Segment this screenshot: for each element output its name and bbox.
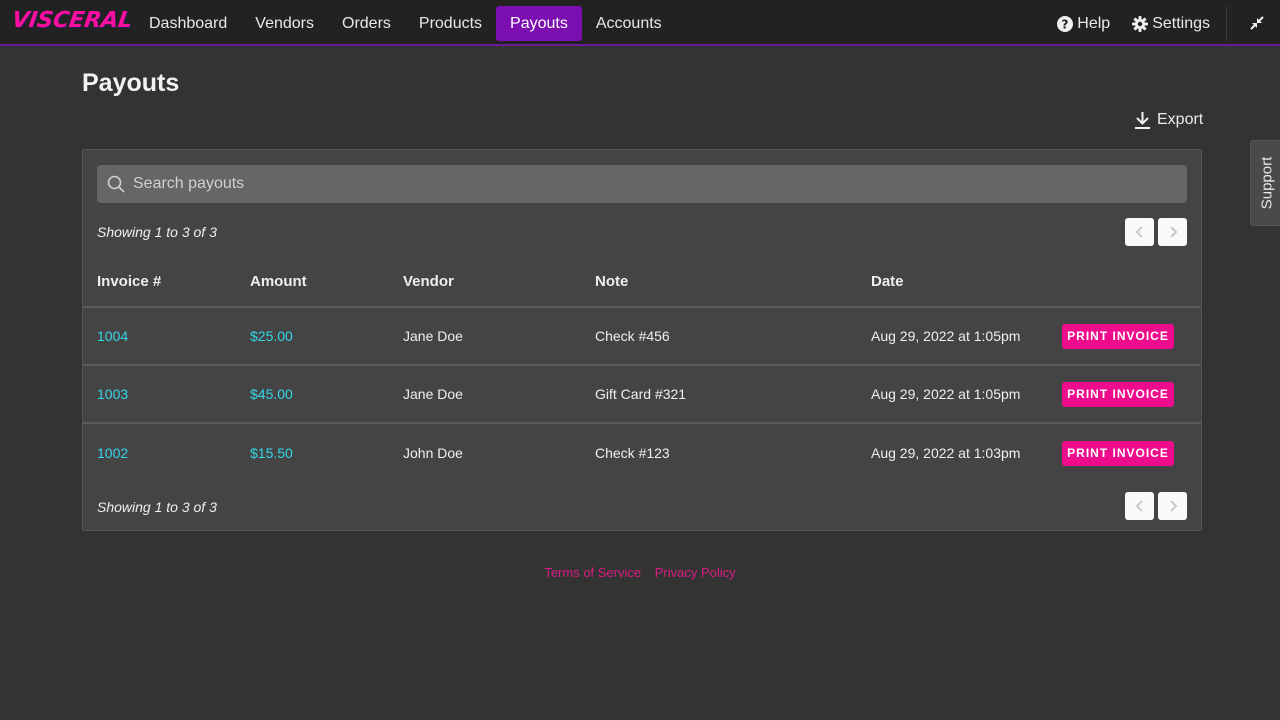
nav-item-dashboard[interactable]: Dashboard: [135, 6, 241, 41]
showing-count-top: Showing 1 to 3 of 3: [97, 224, 217, 240]
column-header-invoice[interactable]: Invoice #: [97, 273, 161, 290]
prev-page-button[interactable]: [1125, 492, 1154, 520]
main-nav: Dashboard Vendors Orders Products Payout…: [135, 6, 676, 41]
navbar-divider: [1226, 6, 1227, 41]
compress-icon: [1250, 16, 1264, 30]
svg-text:?: ?: [1062, 17, 1069, 31]
export-label: Export: [1157, 111, 1204, 128]
column-header-date[interactable]: Date: [871, 273, 904, 290]
vendor-cell: Jane Doe: [403, 386, 463, 402]
column-header-note[interactable]: Note: [595, 273, 628, 290]
pagination-bottom: [1125, 492, 1191, 520]
table-row: 1002 $15.50 John Doe Check #123 Aug 29, …: [83, 425, 1201, 483]
settings-link[interactable]: Settings: [1132, 15, 1210, 33]
prev-page-button[interactable]: [1125, 218, 1154, 246]
payouts-panel: Showing 1 to 3 of 3 Invoice # Amount Ven…: [82, 149, 1202, 531]
column-header-amount[interactable]: Amount: [250, 273, 307, 290]
search-bar[interactable]: [97, 165, 1187, 203]
page-title: Payouts: [82, 69, 180, 97]
column-header-vendor[interactable]: Vendor: [403, 273, 454, 290]
amount-link[interactable]: $45.00: [250, 386, 293, 402]
amount-link[interactable]: $25.00: [250, 328, 293, 344]
table-header: Invoice # Amount Vendor Note Date: [83, 268, 1201, 308]
nav-item-products[interactable]: Products: [405, 6, 496, 41]
collapse-button[interactable]: [1248, 14, 1266, 32]
nav-item-orders[interactable]: Orders: [328, 6, 405, 41]
table-row: 1003 $45.00 Jane Doe Gift Card #321 Aug …: [83, 366, 1201, 424]
chevron-left-icon: [1135, 226, 1143, 238]
vendor-cell: John Doe: [403, 445, 463, 461]
help-link[interactable]: ? Help: [1057, 15, 1110, 33]
nav-item-payouts[interactable]: Payouts: [496, 6, 582, 41]
logo[interactable]: VISCERAL: [10, 8, 134, 33]
top-navbar: VISCERAL Dashboard Vendors Orders Produc…: [0, 0, 1280, 46]
nav-item-accounts[interactable]: Accounts: [582, 6, 676, 41]
settings-label: Settings: [1152, 14, 1210, 32]
date-cell: Aug 29, 2022 at 1:03pm: [871, 445, 1021, 461]
support-label: Support: [1258, 156, 1275, 210]
chevron-left-icon: [1135, 500, 1143, 512]
pagination-top: [1125, 218, 1191, 246]
invoice-link[interactable]: 1002: [97, 445, 128, 461]
amount-link[interactable]: $15.50: [250, 445, 293, 461]
print-invoice-button[interactable]: PRINT INVOICE: [1062, 382, 1174, 407]
next-page-button[interactable]: [1158, 218, 1187, 246]
search-icon: [107, 175, 125, 193]
showing-count-bottom: Showing 1 to 3 of 3: [97, 499, 217, 515]
date-cell: Aug 29, 2022 at 1:05pm: [871, 328, 1021, 344]
nav-item-vendors[interactable]: Vendors: [241, 6, 328, 41]
export-button[interactable]: Export: [1134, 111, 1203, 129]
chevron-right-icon: [1169, 226, 1177, 238]
note-cell: Gift Card #321: [595, 386, 687, 402]
question-circle-icon: ?: [1057, 15, 1074, 32]
gear-icon: [1132, 15, 1149, 32]
download-icon: [1135, 112, 1150, 129]
date-cell: Aug 29, 2022 at 1:05pm: [871, 386, 1021, 402]
search-input[interactable]: [133, 175, 1133, 193]
terms-of-service-link[interactable]: Terms of Service: [544, 565, 641, 580]
note-cell: Check #456: [595, 328, 670, 344]
next-page-button[interactable]: [1158, 492, 1187, 520]
invoice-link[interactable]: 1003: [97, 386, 128, 402]
footer: Terms of Service Privacy Policy: [0, 565, 1280, 580]
vendor-cell: Jane Doe: [403, 328, 463, 344]
help-label: Help: [1077, 14, 1111, 32]
invoice-link[interactable]: 1004: [97, 328, 128, 344]
privacy-policy-link[interactable]: Privacy Policy: [655, 565, 736, 580]
note-cell: Check #123: [595, 445, 670, 461]
table-row: 1004 $25.00 Jane Doe Check #456 Aug 29, …: [83, 308, 1201, 366]
chevron-right-icon: [1169, 500, 1177, 512]
support-tab[interactable]: Support: [1250, 140, 1280, 226]
right-nav: ? Help Settings: [1035, 6, 1210, 41]
print-invoice-button[interactable]: PRINT INVOICE: [1062, 324, 1174, 349]
print-invoice-button[interactable]: PRINT INVOICE: [1062, 441, 1174, 466]
